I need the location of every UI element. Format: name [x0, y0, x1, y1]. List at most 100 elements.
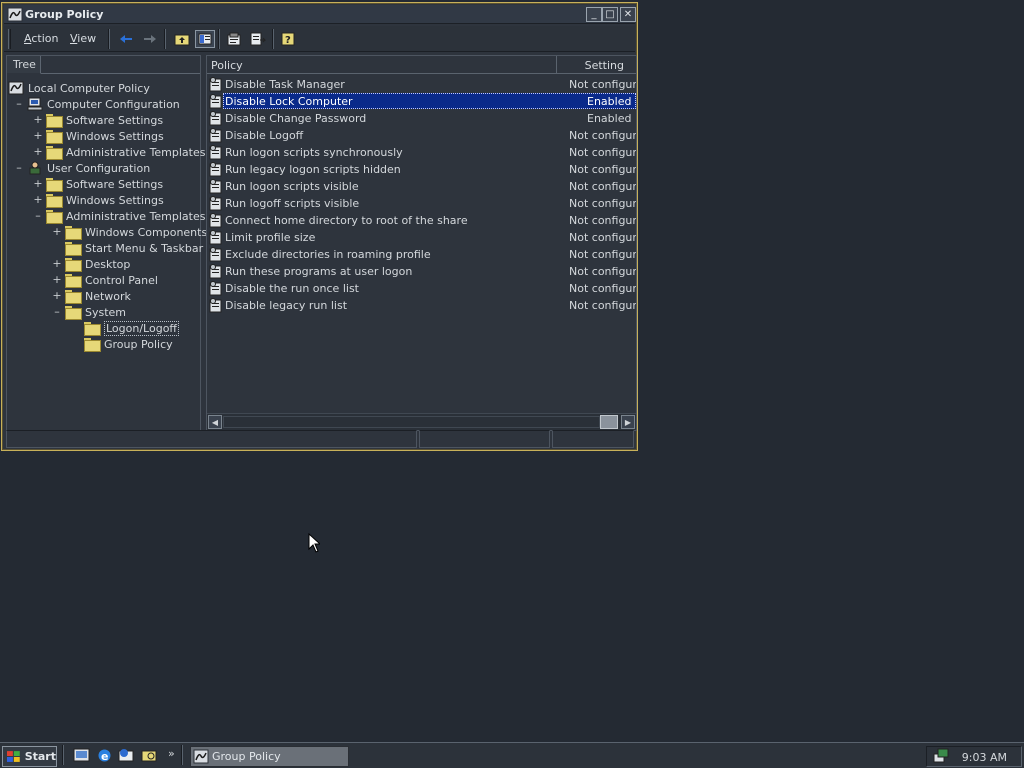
tree-item[interactable]: + Network	[7, 289, 200, 305]
policy-row[interactable]: Connect home directory to root of the sh…	[207, 212, 636, 229]
collapse-icon[interactable]: –	[52, 305, 62, 318]
policy-list-pane[interactable]: Policy Setting Disable Task Manager Not c…	[206, 55, 637, 431]
tree-item[interactable]: Logon/Logoff	[7, 321, 200, 337]
scroll-right-button[interactable]: ▶	[621, 415, 635, 429]
menu-view[interactable]: View	[70, 32, 96, 45]
maximize-button[interactable]: □	[602, 7, 618, 22]
policy-row[interactable]: Disable Lock Computer Enabled	[207, 93, 636, 110]
user-configuration-icon	[27, 161, 43, 175]
policy-row[interactable]: Disable Task Manager Not configured	[207, 76, 636, 93]
status-cell	[419, 430, 550, 448]
tree-item[interactable]: Start Menu & Taskbar	[7, 241, 203, 257]
export-list-icon	[250, 32, 266, 46]
tree-item[interactable]: – Computer Configuration	[7, 97, 200, 113]
collapse-icon[interactable]: –	[14, 161, 24, 174]
column-header-setting[interactable]: Setting	[557, 56, 636, 74]
policy-row[interactable]: Run legacy logon scripts hidden Not confi…	[207, 161, 636, 178]
tree-item-label: Administrative Templates	[66, 146, 206, 159]
policy-row[interactable]: Limit profile size Not configured	[207, 229, 636, 246]
show-hide-tree-button[interactable]	[195, 30, 215, 48]
up-one-level-button[interactable]	[172, 30, 192, 48]
tree-item[interactable]: + Control Panel	[7, 273, 200, 289]
help-button[interactable]: ?	[279, 30, 299, 48]
expand-icon[interactable]: +	[52, 257, 62, 270]
menu-action[interactable]: Action	[24, 32, 58, 45]
column-header-policy[interactable]: Policy	[207, 56, 557, 74]
tree-item[interactable]: – System	[7, 305, 200, 321]
tree-item[interactable]: – User Configuration	[7, 161, 200, 177]
minimize-button[interactable]: _	[586, 7, 602, 22]
expand-icon[interactable]: +	[33, 129, 43, 142]
quick-launch-overflow[interactable]: »	[168, 747, 175, 760]
outlook-express-icon[interactable]	[118, 747, 135, 764]
tree-item[interactable]: – Administrative Templates	[7, 209, 206, 225]
scroll-track[interactable]	[223, 416, 600, 428]
policy-setting-value: Enabled	[587, 95, 632, 108]
policy-row[interactable]: Disable legacy run list Not configured	[207, 297, 636, 314]
tree-item[interactable]: + Desktop	[7, 257, 200, 273]
collapse-icon[interactable]: –	[14, 97, 24, 110]
expand-icon[interactable]: +	[33, 177, 43, 190]
tree-item[interactable]: + Software Settings	[7, 177, 200, 193]
tree-item[interactable]: + Windows Settings	[7, 193, 200, 209]
horizontal-scrollbar[interactable]: ◀ ▶	[207, 413, 636, 430]
tree-item[interactable]: + Software Settings	[7, 113, 200, 129]
start-button[interactable]: Start	[2, 746, 57, 767]
tab-tree[interactable]: Tree	[7, 56, 41, 74]
expand-icon[interactable]: +	[33, 113, 43, 126]
back-button[interactable]	[116, 30, 136, 48]
policy-row[interactable]: Disable the run once list Not configured	[207, 280, 636, 297]
export-list-button[interactable]	[248, 30, 268, 48]
windows-explorer-icon[interactable]	[141, 747, 158, 764]
close-button[interactable]: ✕	[620, 7, 636, 22]
policy-setting-value: Enabled	[587, 112, 632, 125]
close-icon: ✕	[623, 8, 633, 20]
tree-item[interactable]: + Windows Components	[7, 225, 207, 241]
folder-icon	[46, 113, 63, 128]
collapse-icon[interactable]: –	[33, 209, 43, 222]
tree-item[interactable]: + Windows Settings	[7, 129, 200, 145]
tree-item-label: Group Policy	[104, 338, 173, 351]
taskbar-button-group-policy[interactable]: Group Policy	[190, 746, 349, 767]
policy-row[interactable]: Run logon scripts visible Not configured	[207, 178, 636, 195]
clock[interactable]: 9:03 AM	[962, 751, 1007, 764]
scroll-thumb[interactable]	[600, 415, 618, 429]
forward-button[interactable]	[140, 30, 160, 48]
scroll-left-button[interactable]: ◀	[208, 415, 222, 429]
group-policy-window: Group Policy _ □ ✕ Action View ? Tree Lo…	[1, 2, 638, 451]
expand-icon[interactable]: +	[52, 225, 62, 238]
policy-row[interactable]: Exclude directories in roaming profile No…	[207, 246, 636, 263]
show-desktop-icon[interactable]	[73, 747, 90, 764]
policy-row[interactable]: Run logoff scripts visible Not configured	[207, 195, 636, 212]
policy-row[interactable]: Run these programs at user logon Not conf…	[207, 263, 636, 280]
policy-setting-value: Not configured	[569, 231, 637, 244]
policy-name: Disable Logoff	[225, 129, 304, 142]
system-tray: 9:03 AM	[926, 746, 1022, 767]
folder-icon	[65, 225, 82, 240]
tree-item[interactable]: Local Computer Policy	[7, 81, 200, 97]
policy-setting-icon	[209, 281, 223, 296]
tree-item[interactable]: Group Policy	[7, 337, 200, 353]
tree-item-label: Computer Configuration	[47, 98, 180, 111]
internet-explorer-icon[interactable]: e	[96, 747, 113, 764]
policy-row[interactable]: Disable Change Password Enabled	[207, 110, 636, 127]
tree-pane[interactable]: Tree Local Computer Policy – Computer Conf…	[6, 55, 207, 431]
expand-icon[interactable]: +	[52, 289, 62, 302]
folder-icon	[65, 305, 82, 320]
minimize-icon: _	[591, 8, 597, 20]
taskbar-button-label: Group Policy	[212, 750, 281, 763]
toolbar-grip[interactable]	[8, 29, 11, 49]
policy-row[interactable]: Run logon scripts synchronously Not confi…	[207, 144, 636, 161]
properties-button[interactable]	[224, 30, 244, 48]
title-bar[interactable]: Group Policy _ □ ✕	[4, 5, 636, 24]
policy-name: Run logon scripts visible	[225, 180, 359, 193]
tree-item-label: Software Settings	[66, 178, 164, 191]
policy-setting-value: Not configured	[569, 78, 637, 91]
tree-item[interactable]: + Administrative Templates	[7, 145, 206, 161]
expand-icon[interactable]: +	[52, 273, 62, 286]
expand-icon[interactable]: +	[33, 193, 43, 206]
policy-row[interactable]: Disable Logoff Not configured	[207, 127, 636, 144]
status-cell	[552, 430, 634, 448]
network-tray-icon[interactable]	[932, 748, 950, 765]
expand-icon[interactable]: +	[33, 145, 43, 158]
